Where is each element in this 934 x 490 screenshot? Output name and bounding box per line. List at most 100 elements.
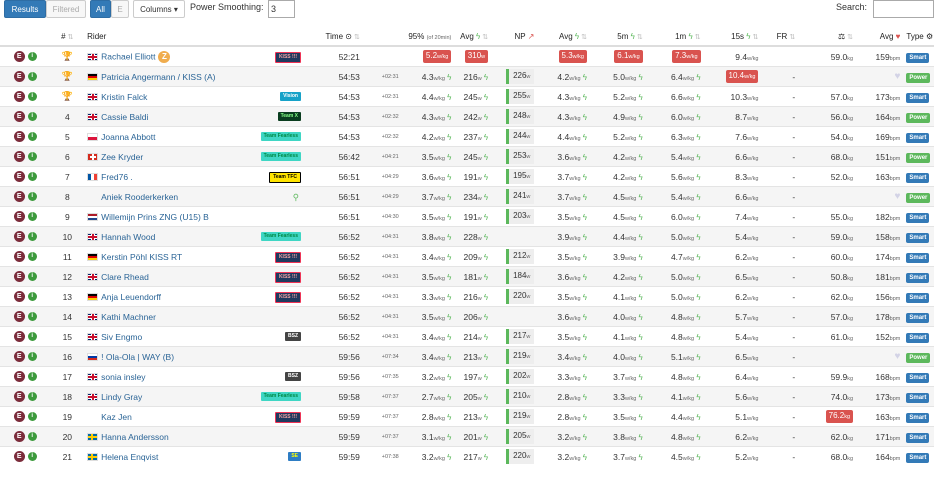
event-badge-icon[interactable]: E [13, 451, 25, 463]
table-row[interactable]: Ei 15 Siv Engmo BSZ 56:52 +04:31 3.4w/kg ϟ 214w… [0, 326, 934, 347]
info-icon[interactable]: i [27, 92, 37, 102]
event-badge-icon[interactable]: E [13, 431, 25, 443]
info-icon[interactable]: i [27, 452, 37, 462]
event-badge-icon[interactable]: E [13, 331, 25, 343]
team-badge[interactable]: Team Fearless [260, 132, 301, 141]
team-badge[interactable]: KISS !!! [274, 52, 301, 63]
event-badge-icon[interactable]: E [13, 251, 25, 263]
event-badge-icon[interactable]: E [13, 51, 25, 63]
rider-name-link[interactable]: ! Ola-Ola | WAY (B) [101, 352, 174, 362]
event-badge-icon[interactable]: E [13, 351, 25, 363]
info-icon[interactable]: i [27, 52, 37, 62]
info-icon[interactable]: i [27, 252, 37, 262]
info-icon[interactable]: i [27, 232, 37, 242]
event-badge-icon[interactable]: E [13, 371, 25, 383]
info-icon[interactable]: i [27, 112, 37, 122]
rider-name-link[interactable]: Rachael Elliott [101, 51, 155, 61]
table-row[interactable]: Ei 9 Willemijn Prins ZNG (U15) B 56:51 +04:3… [0, 206, 934, 227]
col-avg[interactable]: Avg ϟ ⇅ [454, 27, 492, 47]
col-fr[interactable]: FR ⇅ [761, 27, 799, 47]
col-time[interactable]: Time ⊙ ⇅ [305, 27, 363, 47]
event-badge-icon[interactable]: E [13, 71, 25, 83]
col-avgwkg[interactable]: Avg ϟ ⇅ [537, 27, 590, 47]
event-badge-icon[interactable]: E [13, 111, 25, 123]
table-row[interactable]: Ei 🏆 Patricia Angermann / KISS (A) 54:53 +02… [0, 66, 934, 87]
event-badge-icon[interactable]: E [13, 411, 25, 423]
team-badge[interactable]: Team Fearless [260, 232, 301, 241]
rider-name-link[interactable]: Willemijn Prins ZNG (U15) B [101, 212, 209, 222]
info-icon[interactable]: i [27, 272, 37, 282]
info-icon[interactable]: i [27, 212, 37, 222]
info-icon[interactable]: i [27, 172, 37, 182]
event-badge-icon[interactable]: E [13, 271, 25, 283]
col-np[interactable]: NP ↗ [491, 27, 538, 47]
search-team-icon[interactable]: ⚲ [293, 192, 299, 203]
team-badge[interactable]: Team Fearless [260, 392, 301, 401]
col-15s[interactable]: 15s ϟ ⇅ [703, 27, 762, 47]
filtered-button[interactable]: Filtered [46, 0, 86, 18]
rider-name-link[interactable]: Hanna Andersson [101, 432, 169, 442]
table-row[interactable]: Ei 16! Ola-Ola | WAY (B) 59:56 +07:34 3.4w/k… [0, 346, 934, 367]
team-badge[interactable]: KISS !!! [274, 252, 301, 263]
team-badge[interactable]: KISS !!! [274, 272, 301, 283]
col-weight[interactable]: ⚖ ⇅ [798, 27, 857, 47]
table-row[interactable]: Ei 19 Kaz Jen KISS !!! 59:59 +07:37 2.8w/kg ϟ2… [0, 406, 934, 427]
event-badge-icon[interactable]: E [13, 191, 25, 203]
event-badge-icon[interactable]: E [13, 151, 25, 163]
event-badge-icon[interactable]: E [13, 231, 25, 243]
info-icon[interactable]: i [27, 392, 37, 402]
info-icon[interactable]: i [27, 432, 37, 442]
event-badge-icon[interactable]: E [13, 171, 25, 183]
rider-name-link[interactable]: Kristin Falck [101, 92, 147, 102]
info-icon[interactable]: i [27, 292, 37, 302]
rider-name-link[interactable]: Zee Kryder [101, 152, 143, 162]
table-row[interactable]: Ei 21 Helena Enqvist SE 59:59 +07:38 3.2w/kg ϟ… [0, 446, 934, 466]
info-icon[interactable]: i [27, 192, 37, 202]
rider-name-link[interactable]: Patricia Angermann / KISS (A) [101, 72, 215, 82]
team-badge[interactable]: Team X [277, 112, 301, 121]
search-input[interactable] [873, 0, 934, 18]
table-row[interactable]: Ei 12 Clare Rhead KISS !!! 56:52 +04:31 3.5w/k… [0, 266, 934, 287]
results-button[interactable]: Results [4, 0, 46, 18]
table-row[interactable]: Ei 5 Joanna Abbott Team Fearless 54:53 +02:32… [0, 126, 934, 147]
info-icon[interactable]: i [27, 332, 37, 342]
rider-name-link[interactable]: Siv Engmo [101, 332, 142, 342]
col-pos[interactable]: # ⇅ [50, 27, 85, 47]
table-row[interactable]: Ei 11 Kerstin Pöhl KISS RT KISS !!! 56:52 +04… [0, 246, 934, 267]
table-row[interactable]: Ei 6 Zee Kryder Team Fearless 56:42 +04:21 3.5… [0, 146, 934, 167]
rider-name-link[interactable]: Aniek Rooderkerken [101, 192, 178, 202]
col-p95[interactable]: 95% (of 20min) [362, 27, 455, 47]
rider-name-link[interactable]: Kathi Machner [101, 312, 156, 322]
event-badge-icon[interactable]: E [13, 131, 25, 143]
rider-name-link[interactable]: Helena Enqvist [101, 452, 158, 462]
event-badge-icon[interactable]: E [13, 211, 25, 223]
table-row[interactable]: Ei 10 Hannah Wood Team Fearless 56:52 +04:31 3… [0, 226, 934, 247]
team-badge[interactable]: KISS !!! [274, 292, 301, 303]
rider-name-link[interactable]: Kerstin Pöhl KISS RT [101, 252, 182, 262]
team-badge[interactable]: BSZ [285, 332, 301, 341]
rider-name-link[interactable]: Hannah Wood [101, 232, 155, 242]
info-icon[interactable]: i [27, 352, 37, 362]
power-smoothing-input[interactable]: 3 [268, 0, 295, 18]
team-badge[interactable]: SE [288, 452, 301, 461]
e-filter-button[interactable]: E [111, 0, 129, 18]
event-badge-icon[interactable]: E [13, 291, 25, 303]
col-type[interactable]: Type ⚙ [903, 27, 934, 47]
table-row[interactable]: Ei 17 sonia insley BSZ 59:56 +07:35 3.2w/kg ϟ1… [0, 366, 934, 387]
event-badge-icon[interactable]: E [13, 391, 25, 403]
col-1m[interactable]: 1m ϟ ⇅ [645, 27, 704, 47]
rider-name-link[interactable]: sonia insley [101, 372, 145, 382]
all-button[interactable]: All [90, 0, 111, 18]
rider-name-link[interactable]: Cassie Baldi [101, 112, 148, 122]
team-badge[interactable]: BSZ [285, 372, 301, 381]
rider-name-link[interactable]: Anja Leuendorff [101, 292, 161, 302]
info-icon[interactable]: i [27, 152, 37, 162]
col-rider[interactable]: Rider [84, 27, 305, 47]
info-icon[interactable]: i [27, 312, 37, 322]
table-row[interactable]: Ei 4 Cassie Baldi Team X 54:53 +02:32 4.3w/kg … [0, 106, 934, 127]
columns-dropdown[interactable]: Columns ▾ [133, 0, 185, 18]
team-badge[interactable]: Vision [280, 92, 301, 101]
event-badge-icon[interactable]: E [13, 91, 25, 103]
table-row[interactable]: Ei 8 Aniek Rooderkerken ⚲ 56:51 +04:29 3.7w/kg… [0, 186, 934, 207]
table-row[interactable]: Ei 13 Anja Leuendorff KISS !!! 56:52 +04:31 3.… [0, 286, 934, 307]
